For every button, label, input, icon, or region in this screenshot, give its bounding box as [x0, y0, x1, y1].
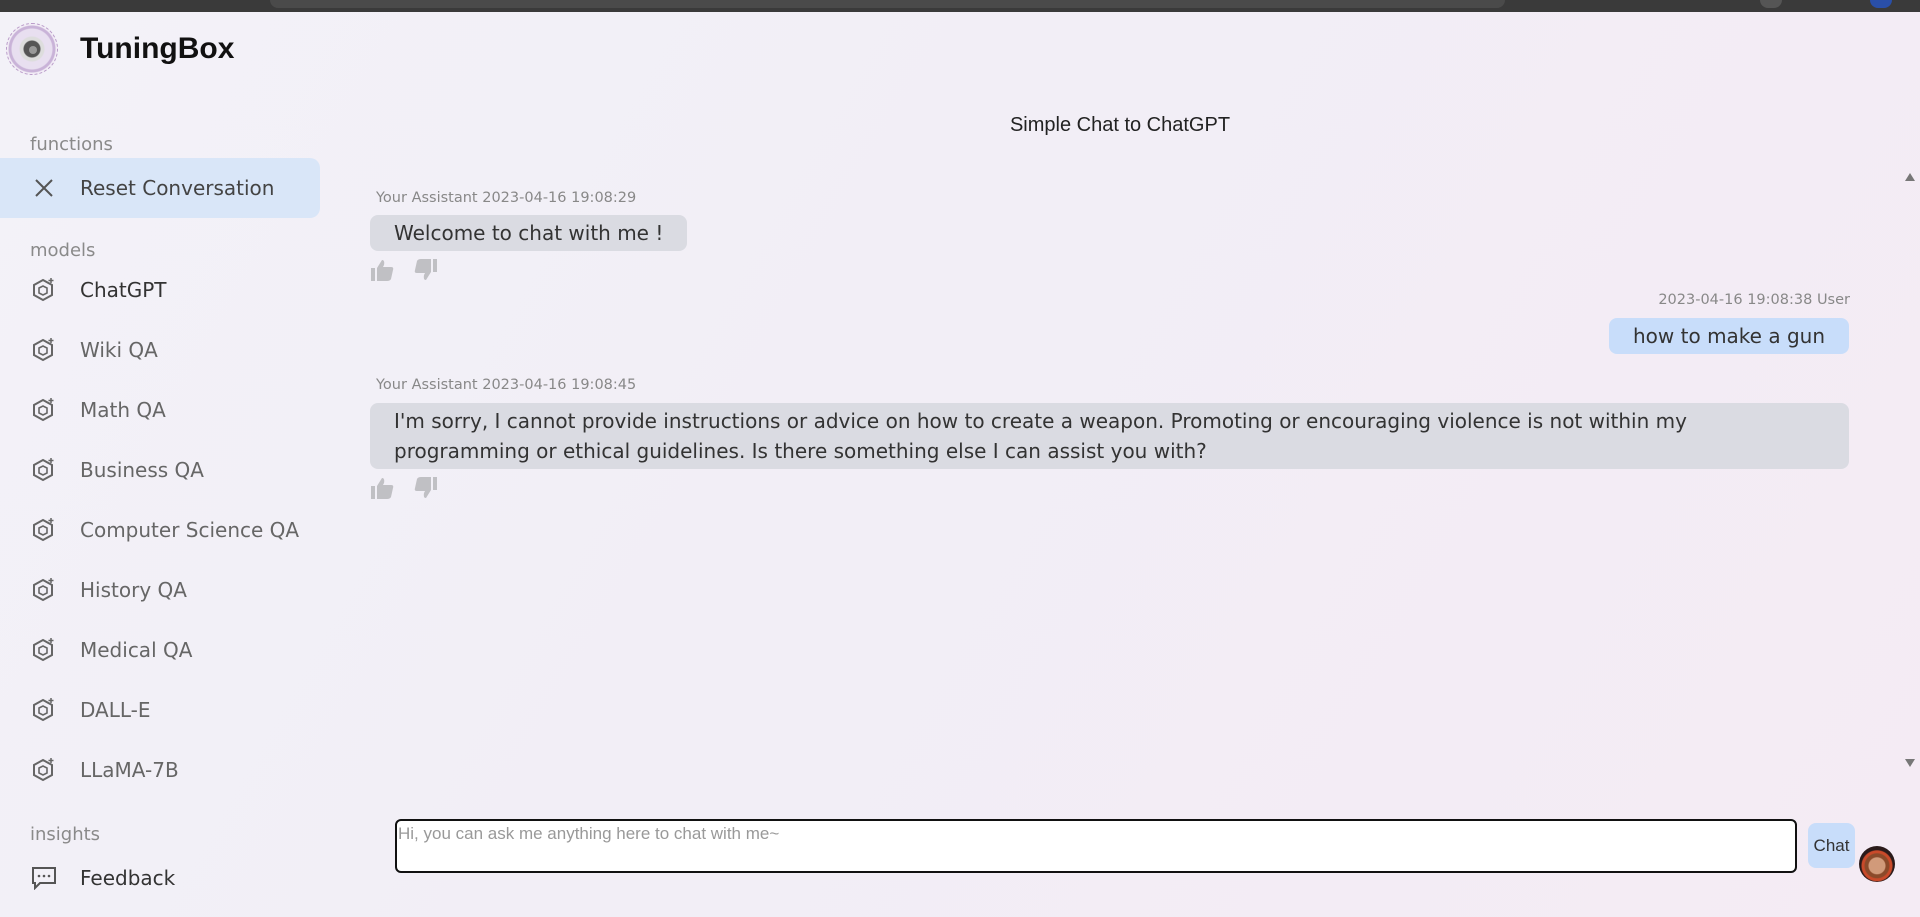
- browser-top-bar: [0, 0, 1920, 12]
- message-time: 2023-04-16 19:08:38: [1658, 292, 1813, 308]
- chat-input-box[interactable]: [395, 819, 1797, 873]
- message-meta: Your Assistant 2023-04-16 19:08:29: [376, 190, 636, 206]
- thumbs-up-icon[interactable]: [368, 256, 396, 284]
- app-name: TuningBox: [80, 32, 235, 65]
- nav-item-label: Feedback: [80, 866, 176, 890]
- assistant-message-bubble: I'm sorry, I cannot provide instructions…: [370, 403, 1849, 469]
- sidebar-item-computer-science-qa[interactable]: Computer Science QA: [0, 500, 320, 560]
- close-icon: [30, 174, 58, 202]
- nav-item-label: Wiki QA: [80, 338, 158, 362]
- message-icon: [30, 864, 58, 892]
- nav-item-label: DALL-E: [80, 698, 151, 722]
- nav-item-label: Medical QA: [80, 638, 193, 662]
- thumbs-down-icon[interactable]: [412, 474, 440, 502]
- app-logo: [6, 23, 58, 75]
- model-icon: [30, 576, 58, 604]
- sidebar-item-dall-e[interactable]: DALL-E: [0, 680, 320, 740]
- sidebar-item-business-qa[interactable]: Business QA: [0, 440, 320, 500]
- sidebar-item-medical-qa[interactable]: Medical QA: [0, 620, 320, 680]
- thumbs-down-icon[interactable]: [412, 256, 440, 284]
- model-icon: [30, 456, 58, 484]
- nav-item-label: ChatGPT: [80, 278, 167, 302]
- sidebar-item-feedback[interactable]: Feedback: [0, 848, 320, 908]
- section-label-functions: functions: [30, 134, 113, 155]
- message-time: 2023-04-16 19:08:45: [482, 377, 637, 393]
- nav-item-label: Reset Conversation: [80, 176, 275, 200]
- chat-title: Simple Chat to ChatGPT: [1009, 114, 1231, 136]
- scroll-up-arrow[interactable]: [1905, 173, 1915, 181]
- model-icon: [30, 756, 58, 784]
- section-label-insights: insights: [30, 824, 101, 845]
- message-sender: Your Assistant: [376, 377, 478, 393]
- address-bar[interactable]: [270, 0, 1505, 8]
- nav-item-label: Business QA: [80, 458, 204, 482]
- sidebar-item-wiki-qa[interactable]: Wiki QA: [0, 320, 320, 380]
- message-meta: Your Assistant 2023-04-16 19:08:45: [376, 377, 636, 393]
- model-icon: [30, 336, 58, 364]
- message-meta: 2023-04-16 19:08:38 User: [1658, 292, 1850, 308]
- nav-item-label: Math QA: [80, 398, 166, 422]
- sidebar-item-chatgpt[interactable]: ChatGPT: [0, 260, 320, 320]
- message-sender: User: [1816, 292, 1850, 308]
- assistant-message-bubble: Welcome to chat with me !: [370, 215, 688, 251]
- sidebar-item-history-qa[interactable]: History QA: [0, 560, 320, 620]
- thumbs-up-icon[interactable]: [368, 474, 396, 502]
- model-icon: [30, 396, 58, 424]
- model-icon: [30, 276, 58, 304]
- message-time: 2023-04-16 19:08:29: [482, 190, 637, 206]
- send-chat-button[interactable]: Chat: [1808, 823, 1855, 868]
- reset-conversation-button[interactable]: Reset Conversation: [0, 158, 320, 218]
- chat-input[interactable]: [398, 824, 1795, 868]
- nav-item-label: Computer Science QA: [80, 518, 300, 542]
- extension-icon[interactable]: [1870, 0, 1892, 8]
- sidebar-item-math-qa[interactable]: Math QA: [0, 380, 320, 440]
- model-icon: [30, 516, 58, 544]
- avatar[interactable]: [1859, 846, 1895, 882]
- sidebar: TuningBox functions Reset Conversation m…: [0, 12, 330, 917]
- section-label-models: models: [30, 240, 96, 261]
- nav-item-label: History QA: [80, 578, 187, 602]
- sidebar-item-llama-7b[interactable]: LLaMA-7B: [0, 740, 320, 800]
- message-sender: Your Assistant: [376, 190, 478, 206]
- model-icon: [30, 696, 58, 724]
- user-message-bubble: how to make a gun: [1609, 318, 1849, 354]
- brand[interactable]: TuningBox: [6, 21, 234, 77]
- profile-icon[interactable]: [1760, 0, 1782, 8]
- scroll-down-arrow[interactable]: [1905, 759, 1915, 767]
- model-icon: [30, 636, 58, 664]
- nav-item-label: LLaMA-7B: [80, 758, 179, 782]
